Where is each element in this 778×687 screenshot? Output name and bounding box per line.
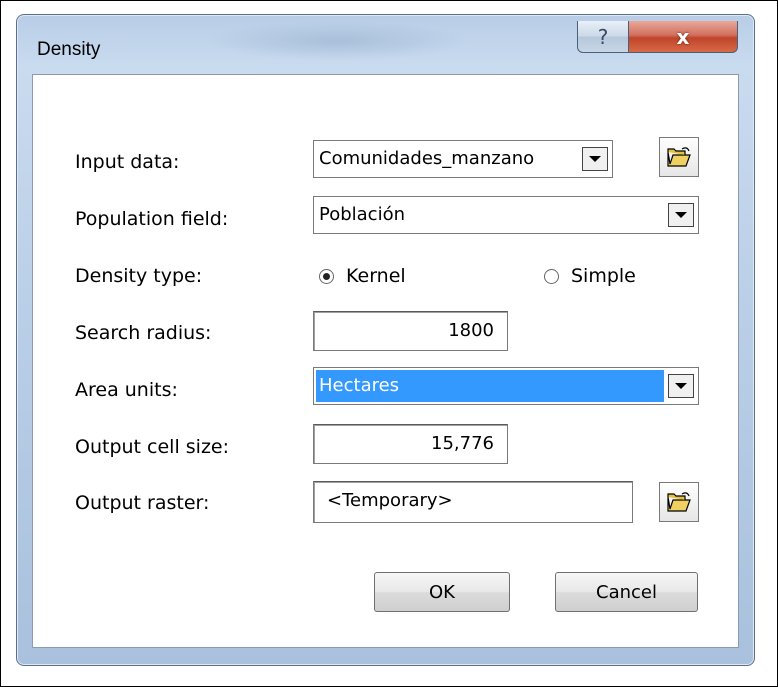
cancel-button[interactable]: Cancel <box>555 572 698 612</box>
population-field-combo[interactable]: Población <box>313 196 699 234</box>
output-raster-input[interactable]: <Temporary> <box>313 481 633 523</box>
dialog-client-area: Input data: Comunidades_manzano Populati… <box>32 74 739 648</box>
radio-kernel[interactable]: Kernel <box>319 265 406 287</box>
output-raster-value: <Temporary> <box>327 490 453 511</box>
chevron-down-icon[interactable] <box>668 203 694 227</box>
help-icon: ? <box>597 24 609 49</box>
close-icon: x <box>676 24 690 49</box>
search-radius-value: 1800 <box>448 320 494 341</box>
output-raster-browse-button[interactable] <box>659 482 699 522</box>
folder-open-icon <box>667 147 691 167</box>
output-cell-size-value: 15,776 <box>431 433 494 454</box>
radio-simple[interactable]: Simple <box>544 265 636 287</box>
chevron-down-icon[interactable] <box>668 374 694 398</box>
input-data-value: Comunidades_manzano <box>319 148 535 169</box>
search-radius-input[interactable]: 1800 <box>313 311 508 351</box>
input-data-combo[interactable]: Comunidades_manzano <box>313 140 613 178</box>
output-cell-size-input[interactable]: 15,776 <box>313 424 508 464</box>
help-button[interactable]: ? <box>577 21 629 53</box>
radio-simple-label: Simple <box>571 265 636 287</box>
density-dialog: Density ? x Input data: Comunidades_manz… <box>16 14 755 666</box>
close-button[interactable]: x <box>628 21 738 53</box>
folder-open-icon <box>667 492 691 512</box>
area-units-combo[interactable]: Hectares <box>313 367 699 405</box>
radio-kernel-label: Kernel <box>346 265 406 287</box>
ok-button[interactable]: OK <box>374 572 510 612</box>
area-units-value: Hectares <box>319 375 400 396</box>
output-raster-label: Output raster: <box>75 492 210 514</box>
chevron-down-icon[interactable] <box>582 147 608 171</box>
radio-simple-circle[interactable] <box>544 268 559 284</box>
search-radius-label: Search radius: <box>75 322 212 344</box>
population-field-value: Población <box>319 204 406 225</box>
radio-kernel-circle[interactable] <box>319 268 334 284</box>
density-type-label: Density type: <box>75 265 203 287</box>
population-field-label: Population field: <box>75 208 229 230</box>
input-data-label: Input data: <box>75 151 180 173</box>
input-data-browse-button[interactable] <box>659 137 699 177</box>
area-units-label: Area units: <box>75 379 178 401</box>
output-cell-size-label: Output cell size: <box>75 436 230 458</box>
title-bar-decoration <box>207 21 467 61</box>
dialog-title: Density <box>37 39 101 60</box>
